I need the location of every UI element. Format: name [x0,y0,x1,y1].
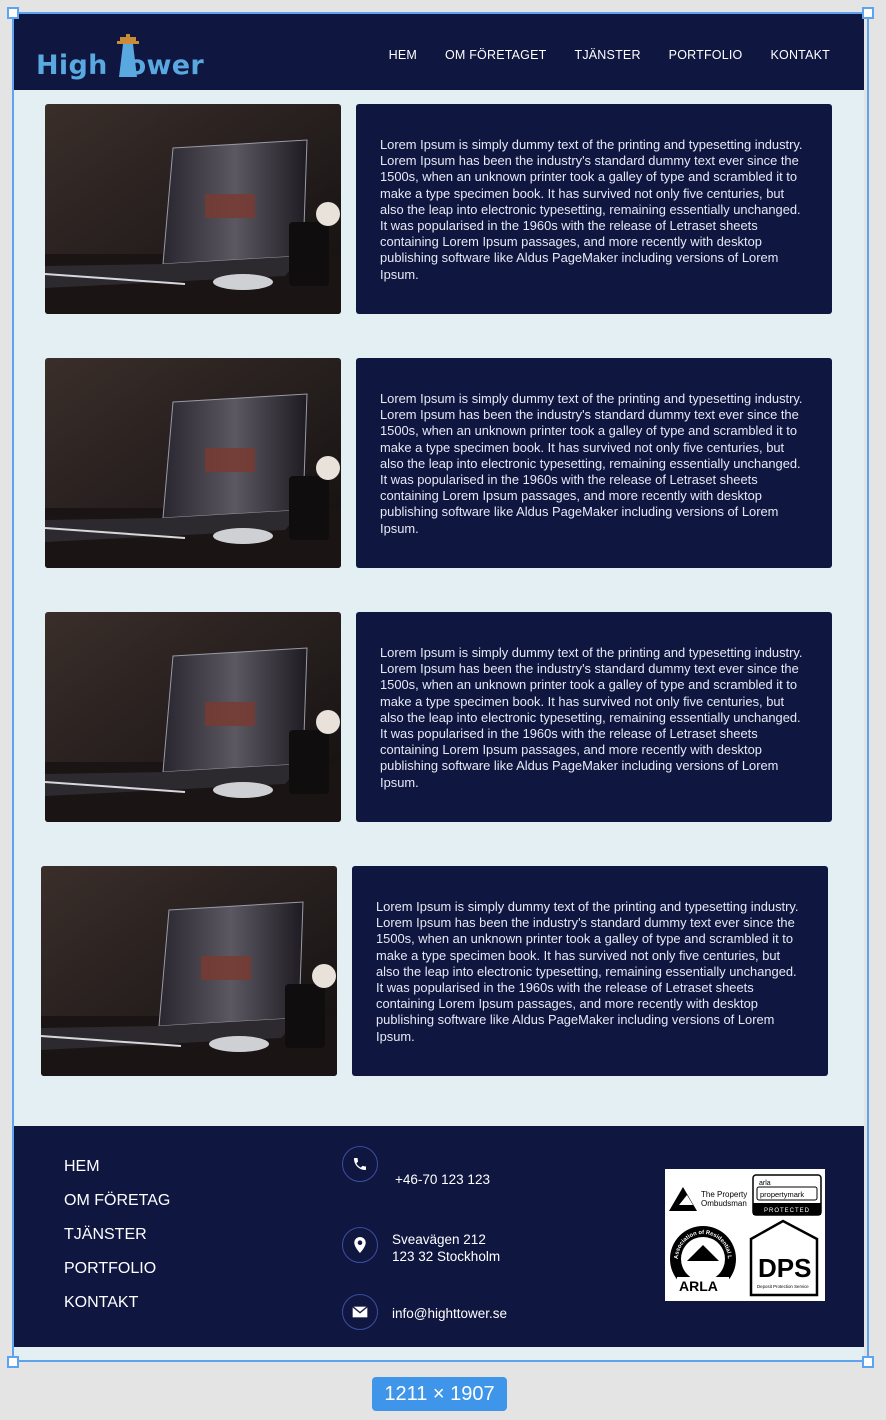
arla-wordmark: ARLA [679,1278,718,1294]
mail-icon [342,1294,378,1330]
resize-handle-bottom-right[interactable] [862,1356,874,1368]
resize-handle-top-right[interactable] [862,7,874,19]
nav-item-kontakt[interactable]: KONTAKT [770,48,830,62]
address: Sveavägen 212 123 32 Stockholm [392,1231,500,1265]
accreditation-badges: The Property Ombudsman arla propertymark… [663,1165,825,1301]
dps-subtitle: Deposit Protection Service [757,1284,809,1289]
footer-nav: HEM OM FÖRETAG TJÄNSTER PORTFOLIO KONTAK… [64,1158,170,1328]
address-line-2: 123 32 Stockholm [392,1249,501,1264]
page-frame: High ower HEM OM FÖRETAGET TJÄNSTER PORTF… [12,12,864,1362]
footer-nav-kontakt[interactable]: KONTAKT [64,1294,170,1328]
card-image [45,104,341,314]
dps-logo-text: DPS [758,1253,811,1283]
nav-item-om-foretaget[interactable]: OM FÖRETAGET [445,48,546,62]
footer-nav-om-foretag[interactable]: OM FÖRETAG [64,1192,170,1226]
card-text-box: Lorem Ipsum is simply dummy text of the … [352,866,828,1076]
lighthouse-icon [117,34,139,77]
logo-text-left: High [36,50,108,81]
ombudsman-line-2: Ombudsman [701,1199,747,1208]
card-paragraph: Lorem Ipsum is simply dummy text of the … [380,137,803,282]
address-line-1: Sveavägen 212 [392,1232,486,1247]
card-image [41,866,337,1076]
card-text-box: Lorem Ipsum is simply dummy text of the … [356,104,832,314]
main-nav: HEM OM FÖRETAGET TJÄNSTER PORTFOLIO KONT… [389,48,830,62]
card-text-box: Lorem Ipsum is simply dummy text of the … [356,358,832,568]
nav-item-hem[interactable]: HEM [389,48,417,62]
nav-item-tjanster[interactable]: TJÄNSTER [574,48,640,62]
footer-nav-portfolio[interactable]: PORTFOLIO [64,1260,170,1294]
card-image [45,358,341,568]
phone-icon [342,1146,378,1182]
location-pin-icon [342,1227,378,1263]
arla-protected: PROTECTED [764,1208,810,1214]
arla-small-text: arla [759,1180,771,1187]
card-paragraph: Lorem Ipsum is simply dummy text of the … [376,899,799,1044]
card-paragraph: Lorem Ipsum is simply dummy text of the … [380,645,803,790]
nav-item-portfolio[interactable]: PORTFOLIO [669,48,743,62]
resize-handle-bottom-left[interactable] [7,1356,19,1368]
phone-number[interactable]: +46-70 123 123 [395,1171,490,1188]
email-link[interactable]: info@highttower.se [392,1305,507,1322]
badges-graphic: The Property Ombudsman arla propertymark… [663,1165,822,1297]
ombudsman-line-1: The Property [701,1190,747,1199]
card-text-box: Lorem Ipsum is simply dummy text of the … [356,612,832,822]
footer-nav-tjanster[interactable]: TJÄNSTER [64,1226,170,1260]
site-header: High ower HEM OM FÖRETAGET TJÄNSTER PORTF… [12,12,864,90]
card-paragraph: Lorem Ipsum is simply dummy text of the … [380,391,803,536]
arla-propertymark: propertymark [760,1190,804,1199]
canvas-size-badge: 1211 × 1907 [372,1377,507,1411]
card-image [45,612,341,822]
site-footer: HEM OM FÖRETAG TJÄNSTER PORTFOLIO KONTAK… [12,1126,864,1347]
footer-nav-hem[interactable]: HEM [64,1158,170,1192]
resize-handle-top-left[interactable] [7,7,19,19]
